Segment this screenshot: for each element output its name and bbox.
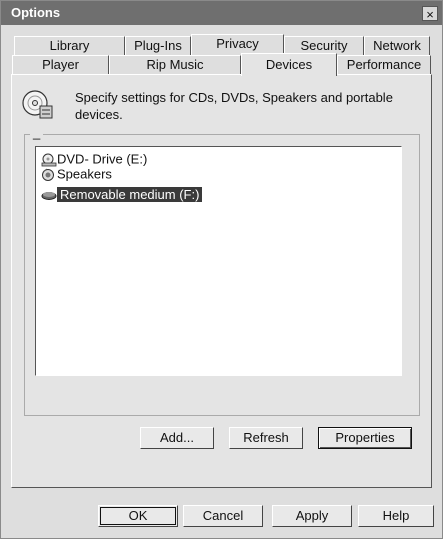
- help-button[interactable]: Help: [358, 505, 434, 527]
- title-bar[interactable]: Options ×: [1, 1, 442, 25]
- devices-description: Specify settings for CDs, DVDs, Speakers…: [75, 90, 393, 122]
- tab-performance-label: Performance: [346, 57, 422, 72]
- tab-security-label: Security: [300, 38, 348, 53]
- tab-library-label: Library: [49, 38, 90, 53]
- tab-privacy[interactable]: Privacy: [191, 34, 284, 55]
- properties-button[interactable]: Properties: [318, 427, 412, 449]
- list-item-speakers[interactable]: Speakers: [41, 166, 112, 183]
- tab-library[interactable]: Library: [14, 36, 125, 55]
- cancel-button[interactable]: Cancel: [183, 505, 263, 527]
- tab-devices-label: Devices: [265, 57, 313, 72]
- tab-network-label: Network: [373, 38, 421, 53]
- apply-button[interactable]: Apply: [272, 505, 352, 527]
- tab-rip-music-label: Rip Music: [146, 57, 204, 72]
- list-item-label: Removable medium (F:): [57, 186, 203, 202]
- tab-plug-ins[interactable]: Plug-Ins: [125, 36, 191, 55]
- devices-list[interactable]: DVD- Drive (E:) Speakers Removable mediu…: [35, 146, 402, 376]
- tab-performance[interactable]: Performance: [337, 55, 431, 74]
- list-item-removable-medium[interactable]: Removable medium (F:): [41, 186, 203, 203]
- tab-rip-music[interactable]: Rip Music: [109, 55, 241, 74]
- dvd-drive-icon: [41, 153, 57, 166]
- tab-plug-ins-label: Plug-Ins: [134, 38, 182, 53]
- speaker-icon: [42, 168, 54, 181]
- list-item-label: Speakers: [57, 166, 112, 182]
- add-button[interactable]: Add...: [140, 427, 214, 449]
- tab-network[interactable]: Network: [364, 36, 430, 55]
- tab-devices[interactable]: Devices: [241, 53, 337, 76]
- removable-drive-icon: [41, 191, 57, 200]
- group-label: _: [30, 126, 44, 140]
- tab-player-label: Player: [42, 57, 79, 72]
- list-item-label: DVD- Drive (E:): [57, 151, 148, 167]
- ok-button[interactable]: OK: [98, 505, 178, 527]
- refresh-button[interactable]: Refresh: [229, 427, 303, 449]
- tab-player[interactable]: Player: [12, 55, 109, 74]
- window-title: Options: [11, 5, 61, 20]
- close-button[interactable]: ×: [422, 6, 438, 22]
- cd-settings-icon: [22, 90, 53, 119]
- tab-privacy-label: Privacy: [216, 36, 259, 51]
